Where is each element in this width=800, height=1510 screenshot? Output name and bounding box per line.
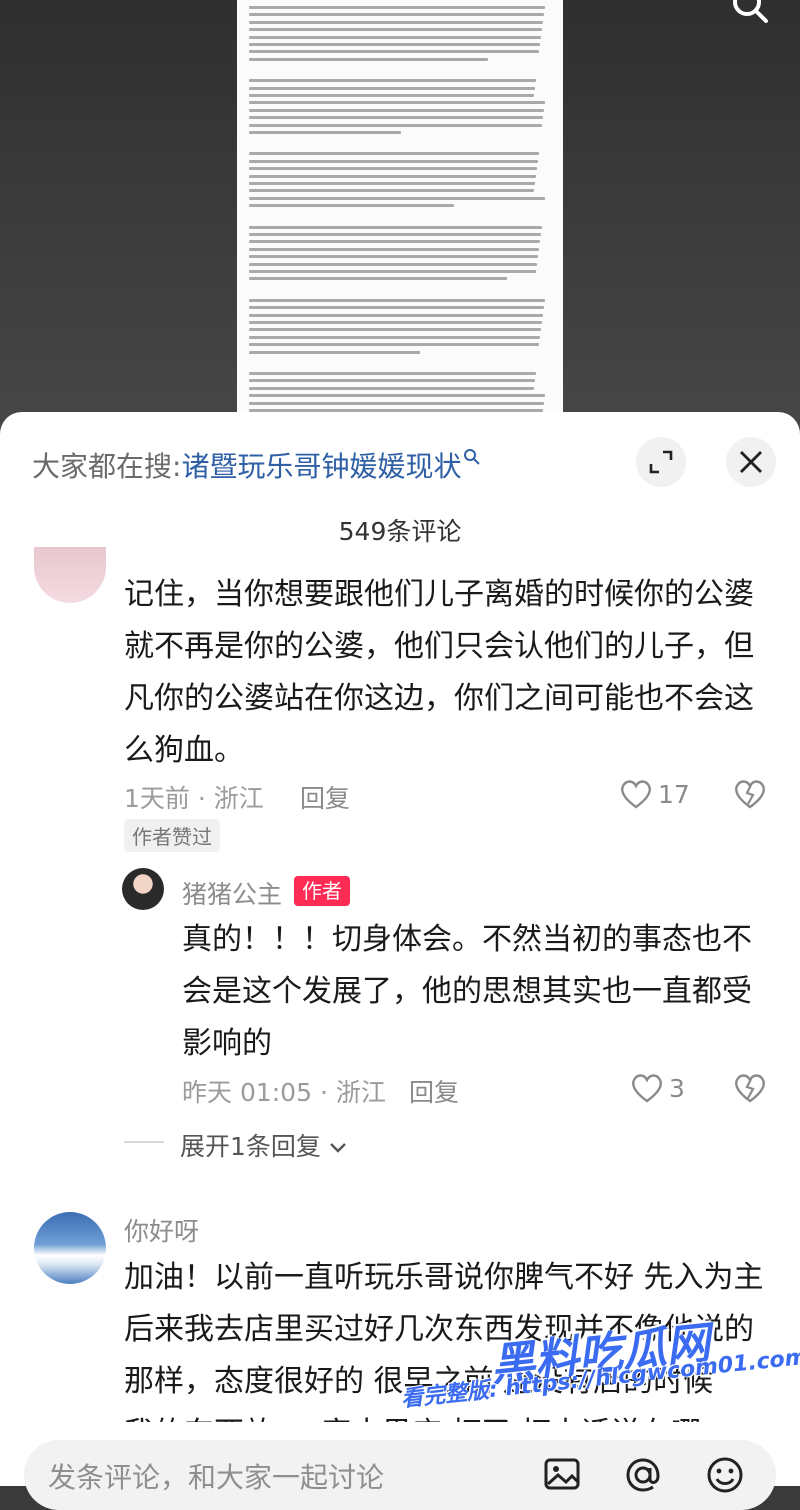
avatar[interactable] bbox=[34, 547, 106, 603]
document-text-line bbox=[249, 350, 420, 354]
document-text-line bbox=[249, 255, 538, 259]
document-text-line bbox=[249, 123, 542, 127]
comment-text: 真的！！！切身体会。不然当初的事态也不 会是这个发展了，他的思想其实也一直都受 … bbox=[182, 922, 752, 1061]
close-button[interactable] bbox=[726, 437, 776, 487]
comment-input-placeholder: 发条评论，和大家一起讨论 bbox=[48, 1461, 385, 1494]
dislike-icon[interactable] bbox=[733, 778, 767, 810]
author-badge: 作者 bbox=[294, 876, 350, 906]
document-text-line bbox=[249, 225, 542, 229]
document-text-line bbox=[249, 328, 541, 332]
document-text-line bbox=[249, 86, 535, 90]
document-text-line bbox=[249, 386, 534, 390]
document-text-line bbox=[249, 233, 541, 236]
hot-search-query[interactable]: 诸暨玩乐哥钟媛媛现状 bbox=[181, 450, 461, 483]
comment-meta: 昨天 01:05 · 浙江 bbox=[182, 1078, 386, 1107]
document-text-line bbox=[249, 20, 543, 24]
expand-replies-label: 展开1条回复 bbox=[180, 1132, 321, 1161]
document-text-line bbox=[249, 240, 540, 244]
reply-button[interactable]: 回复 bbox=[300, 779, 350, 815]
commenter-name[interactable]: 猪猪公主 bbox=[182, 875, 282, 911]
heart-icon[interactable] bbox=[630, 1072, 664, 1104]
document-text-line bbox=[249, 313, 543, 317]
comment-count: 549条评论 bbox=[338, 517, 462, 546]
dislike-icon[interactable] bbox=[733, 1072, 767, 1104]
document-image bbox=[237, 0, 563, 430]
document-text-line bbox=[249, 28, 542, 32]
commenter-name[interactable]: 你好呀 bbox=[124, 1212, 199, 1248]
avatar[interactable] bbox=[34, 1212, 106, 1284]
document-text-line bbox=[249, 57, 488, 61]
document-text-line bbox=[249, 298, 545, 302]
document-text-line bbox=[249, 394, 545, 398]
avatar[interactable] bbox=[122, 868, 164, 910]
document-text-line bbox=[249, 43, 540, 46]
document-text-line bbox=[249, 189, 534, 193]
document-text-line bbox=[249, 196, 545, 200]
document-text-line bbox=[249, 321, 542, 324]
document-text-line bbox=[249, 277, 507, 281]
chevron-down-icon bbox=[330, 1143, 346, 1153]
document-text-line bbox=[249, 101, 545, 105]
document-text-line bbox=[249, 306, 544, 310]
document-text-line bbox=[249, 159, 538, 163]
author-liked-badge: 作者赞过 bbox=[124, 819, 220, 852]
document-text-line bbox=[249, 167, 537, 171]
image-icon[interactable] bbox=[542, 1454, 582, 1494]
close-icon bbox=[740, 451, 762, 473]
background-document-view bbox=[0, 0, 800, 430]
reply-button[interactable]: 回复 bbox=[409, 1073, 459, 1109]
search-icon bbox=[464, 448, 481, 465]
comment-text: 记住，当你想要跟他们儿子离婚的时候你的公婆 就不再是你的公婆，他们只会认他们的儿… bbox=[124, 577, 754, 768]
document-text-line bbox=[249, 35, 541, 39]
divider-line bbox=[124, 1141, 164, 1143]
search-icon[interactable] bbox=[730, 0, 770, 28]
document-text-line bbox=[249, 247, 539, 251]
like-count: 17 bbox=[658, 780, 690, 809]
document-text-line bbox=[249, 262, 537, 266]
comment-input[interactable]: 发条评论，和大家一起讨论 bbox=[24, 1440, 776, 1510]
mention-icon[interactable] bbox=[622, 1454, 664, 1496]
document-text-line bbox=[249, 94, 534, 97]
expand-button[interactable] bbox=[636, 437, 686, 487]
document-text-line bbox=[249, 270, 536, 273]
emoji-icon[interactable] bbox=[704, 1454, 746, 1496]
comment-input-area: 发条评论，和大家一起讨论 bbox=[0, 1422, 800, 1510]
like-count: 3 bbox=[669, 1074, 685, 1103]
document-text-line bbox=[249, 131, 401, 134]
document-text-line bbox=[249, 6, 545, 9]
hot-search-bar[interactable]: 大家都在搜:诸暨玩乐哥钟媛媛现状 bbox=[32, 445, 481, 485]
document-text-line bbox=[249, 401, 544, 405]
expand-replies-button[interactable]: 展开1条回复 bbox=[180, 1127, 347, 1163]
document-text-line bbox=[249, 182, 535, 185]
document-text-line bbox=[249, 152, 539, 156]
document-text-line bbox=[249, 79, 536, 83]
document-text-line bbox=[249, 13, 544, 17]
document-text-line bbox=[249, 174, 536, 178]
document-text-line bbox=[249, 372, 536, 375]
heart-icon[interactable] bbox=[619, 778, 653, 810]
document-text-line bbox=[249, 379, 535, 383]
document-text-line bbox=[249, 343, 539, 347]
document-text-line bbox=[249, 50, 539, 54]
document-text-line bbox=[249, 116, 543, 120]
expand-icon bbox=[649, 450, 673, 474]
comment-meta: 1天前 · 浙江 bbox=[124, 784, 264, 813]
document-text-line bbox=[249, 108, 544, 112]
document-text-line bbox=[249, 335, 540, 339]
hot-search-label: 大家都在搜: bbox=[32, 450, 182, 483]
document-text-line bbox=[249, 204, 454, 208]
